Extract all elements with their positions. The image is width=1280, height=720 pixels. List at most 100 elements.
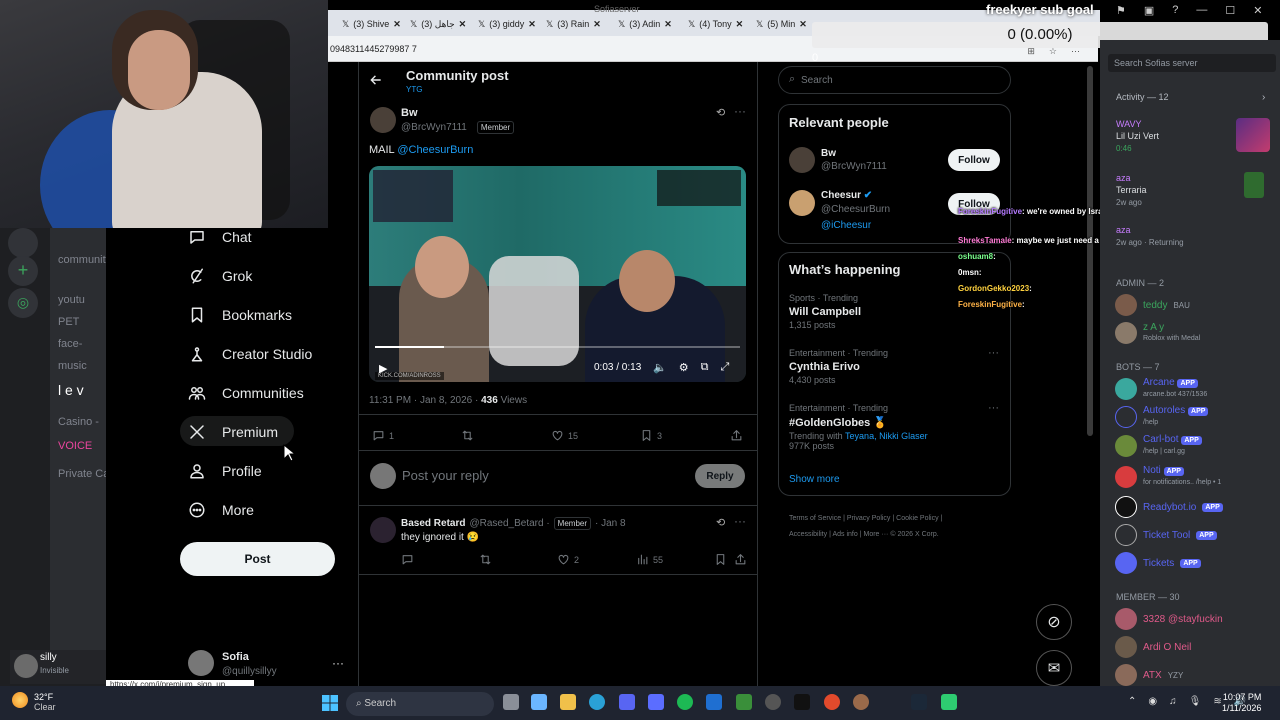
copilot-icon[interactable] — [531, 694, 547, 710]
footer-link[interactable]: Cookie Policy — [896, 515, 938, 522]
person-name[interactable]: Cheesur ✔ — [821, 190, 872, 201]
url-text[interactable]: 0948311445279987 7 — [330, 44, 417, 54]
flag-icon[interactable]: ⚑ — [1116, 4, 1126, 17]
scrollbar[interactable] — [1087, 66, 1093, 436]
nav-more[interactable]: More — [188, 501, 254, 519]
reply-like-action[interactable]: 2 — [557, 553, 579, 566]
bookmark-action[interactable]: 3 — [640, 429, 662, 442]
member-item[interactable]: Readybot.io APP — [1115, 496, 1223, 518]
channel-item[interactable]: music — [58, 360, 112, 372]
person-avatar[interactable] — [789, 190, 815, 216]
back-arrow-icon[interactable] — [369, 73, 383, 87]
reply-button[interactable]: Reply — [695, 464, 745, 488]
close-icon[interactable]: ✕ — [1253, 4, 1262, 17]
member-item[interactable]: Ticket Tool APP — [1115, 524, 1217, 546]
nav-communities[interactable]: Communities — [188, 384, 304, 402]
nav-creator-studio[interactable]: Creator Studio — [188, 345, 312, 363]
footer-link[interactable]: Privacy Policy — [847, 515, 891, 522]
trend-with[interactable]: Teyana, Nikki Glaser — [845, 431, 928, 441]
help-icon[interactable]: ? — [1172, 4, 1178, 17]
chevron-right-icon[interactable]: › — [1262, 92, 1265, 103]
reply-bookmark-action[interactable] — [714, 553, 727, 566]
explore-icon[interactable]: ◎ — [8, 288, 38, 318]
mail-icon[interactable] — [706, 694, 722, 710]
person-handle[interactable]: @CheesurBurn — [821, 204, 890, 215]
reply-date[interactable]: · Jan 8 — [595, 518, 626, 529]
reply-repost-action[interactable] — [479, 553, 492, 566]
reply-views-action[interactable]: 55 — [636, 553, 663, 566]
mention-link[interactable]: @CheesurBurn — [397, 144, 473, 156]
post-button[interactable]: Post — [180, 542, 335, 576]
messages-icon[interactable]: ✉ — [1036, 650, 1072, 686]
member-item[interactable]: Noti APP for notifications.. /help • 1 — [1115, 466, 1221, 488]
post-more-icon[interactable]: ··· — [734, 104, 746, 118]
steam-icon[interactable] — [911, 694, 927, 710]
headset-icon[interactable]: ♫ — [1169, 696, 1177, 707]
reply-author-name[interactable]: Based Retard — [401, 518, 465, 529]
reply-author-avatar[interactable] — [370, 517, 396, 543]
member-item[interactable]: z A y Roblox with Medal — [1115, 322, 1200, 344]
nav-grok[interactable]: Grok — [188, 267, 252, 285]
grok-sparkle-icon[interactable]: ⟲ — [716, 516, 725, 529]
show-more-link[interactable]: Show more — [789, 474, 840, 485]
fullscreen-icon[interactable]: ⤢ — [720, 361, 729, 374]
member-item[interactable]: Arcane APP arcane.bot 437/1536 — [1115, 378, 1207, 400]
windows-start-icon[interactable] — [322, 695, 338, 711]
file-explorer-icon[interactable] — [560, 694, 576, 710]
footer-link[interactable]: Accessibility — [789, 531, 827, 538]
category-label[interactable]: Private Ca — [58, 468, 112, 480]
reply-more-icon[interactable]: ··· — [734, 514, 746, 528]
account-menu-icon[interactable]: ··· — [332, 656, 344, 670]
video-progress-track[interactable] — [375, 346, 740, 348]
nav-bookmarks[interactable]: Bookmarks — [188, 306, 292, 324]
discord-icon[interactable] — [619, 694, 635, 710]
app-icon[interactable] — [941, 694, 957, 710]
inbox-icon[interactable]: ▣ — [1144, 4, 1154, 17]
mic-icon[interactable]: 🎙 — [1189, 696, 1202, 707]
person-avatar[interactable] — [789, 147, 815, 173]
member-item[interactable]: ATX YZY — [1115, 664, 1183, 686]
member-item[interactable]: Tickets APP — [1115, 552, 1201, 574]
browser-tab[interactable]: 𝕏 (3) giddy ✕ — [478, 14, 536, 34]
account-avatar[interactable] — [188, 650, 214, 676]
maximize-icon[interactable]: ☐ — [1225, 4, 1235, 17]
pip-icon[interactable]: ⧉ — [701, 361, 709, 374]
browser-tab[interactable]: 𝕏 (3) Shive ✕ — [342, 14, 401, 34]
activity-header[interactable]: Activity — 12 — [1116, 92, 1169, 102]
chrome-icon[interactable] — [824, 694, 840, 710]
activity-item[interactable]: aza 2w ago · Returning — [1116, 224, 1184, 249]
weather-widget[interactable]: 32°F Clear — [34, 692, 56, 712]
reply-input[interactable]: Post your reply — [402, 468, 489, 483]
tiktok-icon[interactable] — [794, 694, 810, 710]
member-item[interactable]: Autoroles APP/help — [1115, 406, 1209, 428]
member-item[interactable]: Ardi O Neil — [1115, 636, 1191, 658]
member-item[interactable]: Carl-bot APP/help | carl.gg — [1115, 435, 1202, 457]
channel-item[interactable]: l e v — [58, 382, 112, 398]
clock[interactable]: 10:07 PM 1/11/2026 — [1222, 692, 1261, 714]
repost-action[interactable] — [461, 429, 474, 442]
reply-share-action[interactable] — [734, 553, 747, 566]
person-handle[interactable]: @BrcWyn7111 — [821, 161, 887, 172]
task-view-icon[interactable] — [503, 694, 519, 710]
nav-premium[interactable]: Premium — [188, 423, 278, 441]
channel-item[interactable]: youtu — [58, 294, 112, 306]
settings-icon[interactable]: ⚙ — [679, 361, 689, 374]
spotify-icon[interactable] — [677, 694, 693, 710]
obs-icon[interactable] — [765, 694, 781, 710]
server-search[interactable]: Search Sofias server — [1108, 54, 1276, 72]
person-name[interactable]: Bw — [821, 148, 836, 159]
store-icon[interactable] — [648, 694, 664, 710]
trend-item[interactable]: Entertainment · Trending Cynthia Erivo 4… — [789, 348, 888, 385]
taskbar-search[interactable]: ⌕ Search — [346, 692, 494, 716]
footer-link[interactable]: More ··· — [864, 531, 889, 538]
share-action[interactable] — [730, 429, 743, 442]
video-player[interactable]: KICK.COM/ADINROSS ▶ 0:03 / 0:13 🔈 ⚙ ⧉ ⤢ — [369, 166, 746, 382]
reply-action[interactable]: 1 — [372, 429, 394, 442]
category-label[interactable]: Casino - — [58, 416, 112, 428]
search-input[interactable]: Search — [801, 75, 833, 86]
add-server-icon[interactable]: + — [8, 256, 38, 286]
footer-link[interactable]: Terms of Service — [789, 515, 841, 522]
browser-tab[interactable]: 𝕏 (3) Rain ✕ — [546, 14, 601, 34]
community-name[interactable]: YTG — [406, 85, 422, 94]
play-icon[interactable]: ▶ — [379, 362, 387, 375]
